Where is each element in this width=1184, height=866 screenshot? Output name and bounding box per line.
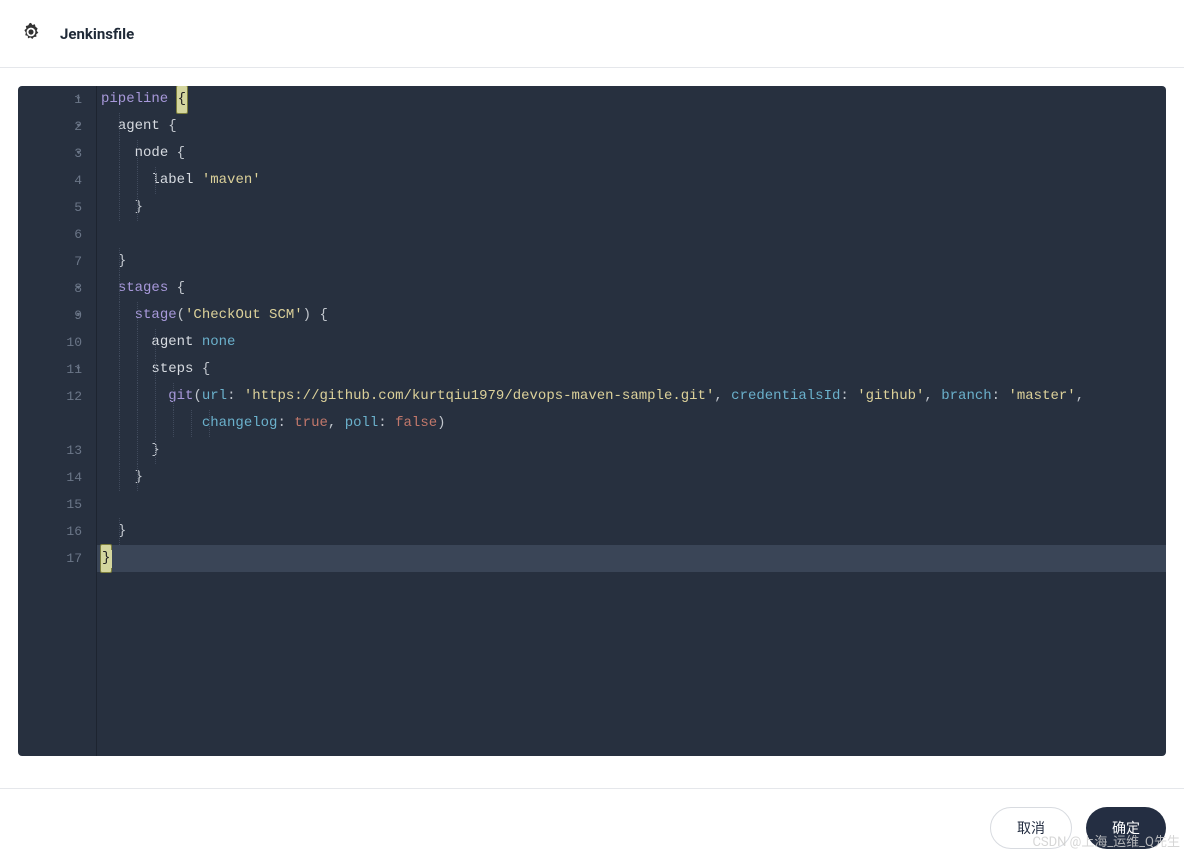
code-line[interactable]: git(url: 'https://github.com/kurtqiu1979… (97, 383, 1166, 410)
fold-icon[interactable]: ▾ (76, 356, 81, 383)
line-number: 8▾ (18, 275, 82, 302)
line-number: 4 (18, 167, 82, 194)
code-line[interactable] (97, 491, 1166, 518)
line-number: 17 (18, 545, 82, 572)
code-line[interactable] (97, 221, 1166, 248)
header: Jenkinsfile (0, 0, 1184, 68)
code-line[interactable]: pipeline { (97, 86, 1166, 113)
line-number: 10 (18, 329, 82, 356)
code-line[interactable]: } (97, 518, 1166, 545)
code-line[interactable]: stage('CheckOut SCM') { (97, 302, 1166, 329)
code-line[interactable]: steps { (97, 356, 1166, 383)
code-line[interactable]: } (97, 437, 1166, 464)
code-line[interactable]: } (97, 248, 1166, 275)
cancel-button[interactable]: 取消 (990, 807, 1072, 849)
line-number: 2▾ (18, 113, 82, 140)
editor-container: 1▾2▾3▾45678▾9▾1011▾12 1314151617 pipeline… (0, 68, 1184, 774)
line-number: 6 (18, 221, 82, 248)
line-number: 5 (18, 194, 82, 221)
code-line[interactable]: agent { (97, 113, 1166, 140)
line-number: 12 (18, 383, 82, 410)
code-content[interactable]: pipeline { agent { node { label 'maven' … (96, 86, 1166, 756)
line-number-gutter: 1▾2▾3▾45678▾9▾1011▾12 1314151617 (18, 86, 96, 756)
line-number: 9▾ (18, 302, 82, 329)
code-line[interactable]: } (97, 194, 1166, 221)
text-cursor (110, 550, 112, 568)
line-number (18, 410, 82, 437)
code-line[interactable]: } (97, 464, 1166, 491)
code-line[interactable]: } (97, 545, 1166, 572)
line-number: 16 (18, 518, 82, 545)
footer: 取消 确定 (0, 788, 1184, 866)
code-line[interactable]: stages { (97, 275, 1166, 302)
confirm-button[interactable]: 确定 (1086, 807, 1166, 849)
code-line[interactable]: label 'maven' (97, 167, 1166, 194)
line-number: 15 (18, 491, 82, 518)
fold-icon[interactable]: ▾ (76, 113, 81, 140)
fold-icon[interactable]: ▾ (76, 275, 81, 302)
code-editor[interactable]: 1▾2▾3▾45678▾9▾1011▾12 1314151617 pipeline… (18, 86, 1166, 756)
fold-icon[interactable]: ▾ (76, 86, 81, 113)
fold-icon[interactable]: ▾ (76, 302, 81, 329)
code-line[interactable]: agent none (97, 329, 1166, 356)
line-number: 3▾ (18, 140, 82, 167)
line-number: 14 (18, 464, 82, 491)
code-line[interactable]: changelog: true, poll: false) (97, 410, 1166, 437)
line-number: 11▾ (18, 356, 82, 383)
page-title: Jenkinsfile (60, 25, 134, 43)
line-number: 13 (18, 437, 82, 464)
gear-icon (20, 21, 42, 47)
line-number: 1▾ (18, 86, 82, 113)
fold-icon[interactable]: ▾ (76, 140, 81, 167)
line-number: 7 (18, 248, 82, 275)
code-line[interactable]: node { (97, 140, 1166, 167)
